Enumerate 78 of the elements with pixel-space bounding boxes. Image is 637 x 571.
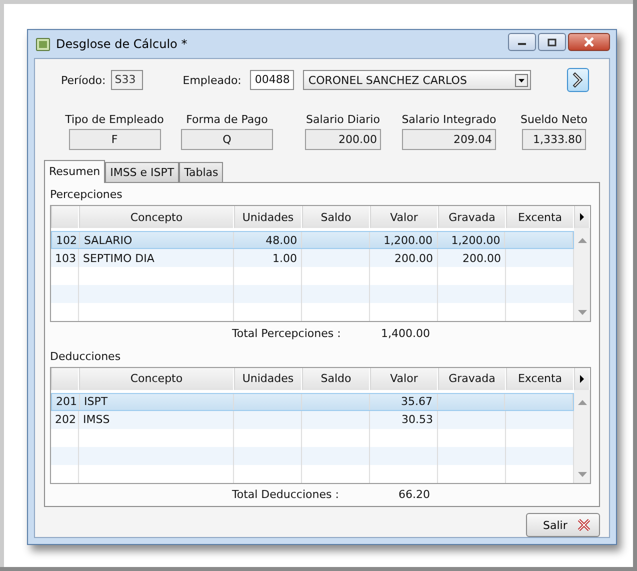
employee-dropdown[interactable]: CORONEL SANCHEZ CARLOS [303,70,532,90]
column-header[interactable]: Gravada [438,368,506,390]
scroll-up-icon [578,400,586,404]
total-value: 66.20 [398,488,430,502]
column-header[interactable]: Gravada [438,206,506,228]
table-cell: 30.53 [402,413,433,426]
triangle-right-icon [579,213,585,221]
period-field[interactable]: S33 [110,70,143,90]
scroll-right-button[interactable] [574,206,590,228]
summary-field: 1,333.80 [522,129,586,150]
employee-code-field[interactable]: 00488 [250,70,294,90]
summary-field: 200.00 [305,129,381,150]
next-button[interactable] [567,68,590,92]
tab[interactable]: Tablas [179,162,224,182]
section-title: Percepciones [50,188,124,201]
column-header[interactable]: Saldo [302,368,370,390]
column-header[interactable]: Unidades [234,206,302,228]
scroll-up-icon [578,238,586,243]
summary-label: Sueldo Neto [520,113,588,126]
column-header[interactable]: Unidades [234,368,302,390]
column-header[interactable]: Concepto [79,206,234,228]
summary-label: Tipo de Empleado [65,113,164,126]
window-title: Desglose de Cálculo * [56,37,188,51]
triangle-right-icon [579,374,585,382]
employee-label: Empleado: [182,74,242,86]
table-cell: 103 [55,252,76,264]
table-row[interactable]: 201 ISPT 35.67 [51,392,574,410]
scroll-right-button[interactable] [574,368,590,390]
column-header[interactable]: Concepto [79,368,234,390]
table-cell: 1,200.00 [384,234,433,246]
caret-icon [515,74,528,86]
column-header[interactable]: Excenta [506,368,574,390]
minimize-button[interactable] [508,33,536,51]
summary-field: Q [181,129,273,150]
summary-label: Salario Diario [306,113,380,126]
table-cell: 1,200.00 [451,234,500,246]
total-value: 1,400.00 [380,326,430,340]
exit-button[interactable]: Salir [526,513,600,537]
section-title: Deducciones [50,350,122,362]
table-cell: 201 [56,395,77,408]
period-label: Período: [61,74,106,86]
table-cell: ISPT [84,395,108,408]
column-header[interactable]: Valor [370,206,438,228]
maximize-button[interactable] [538,33,566,51]
tab[interactable]: IMSS e ISPT [105,162,180,182]
tab[interactable]: Resumen [44,160,106,183]
total-label: Total Percepciones : [232,326,342,340]
app-icon [36,38,50,50]
close-icon [577,518,591,532]
table-cell: IMSS [83,413,110,426]
table-cell: SEPTIMO DIA [83,252,154,264]
chevron-right-icon [572,72,584,88]
maximize-icon [547,38,557,46]
scroll-down-icon [578,310,586,315]
table-row[interactable]: 103 SEPTIMO DIA 1.00 200.00 200.00 [51,249,574,267]
close-button[interactable] [568,33,610,51]
table-cell: 1.00 [272,252,297,264]
table-cell: 102 [56,234,77,246]
column-header[interactable]: Valor [370,368,438,390]
table-row[interactable]: 202 IMSS 30.53 [51,410,574,428]
close-icon [583,37,595,47]
summary-field: 209.04 [402,129,496,150]
vertical-scrollbar[interactable] [574,390,590,482]
table-row[interactable]: 102 SALARIO 48.00 1,200.00 1,200.00 [51,231,574,249]
table-cell: 202 [55,413,76,426]
table-cell: 35.67 [401,395,433,408]
summary-field: F [68,129,160,150]
table-cell: 200.00 [462,252,501,264]
table-cell: 200.00 [394,252,433,264]
table-cell: SALARIO [84,234,132,246]
total-label: Total Deducciones : [232,488,340,502]
vertical-scrollbar[interactable] [574,228,590,321]
summary-label: Salario Integrado [402,113,496,126]
column-header[interactable]: Excenta [506,206,574,228]
table-cell: 48.00 [266,234,298,246]
summary-label: Forma de Pago [186,113,268,126]
scroll-down-icon [578,472,586,476]
column-header[interactable]: Saldo [302,206,370,228]
